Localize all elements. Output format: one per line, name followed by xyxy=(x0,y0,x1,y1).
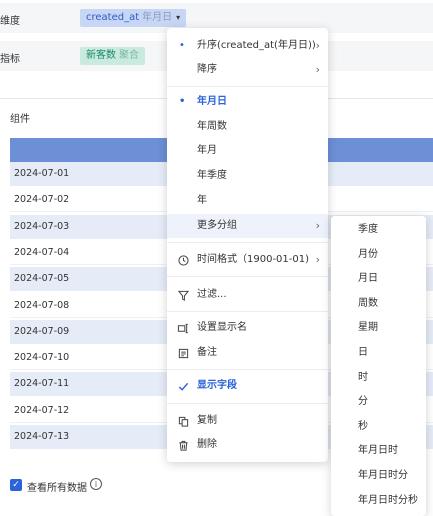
menu-item-gran-week[interactable]: 年周数 xyxy=(167,115,328,139)
menu-divider xyxy=(167,403,328,404)
menu-item-label: 降序 xyxy=(197,64,217,75)
menu-item-label: 更多分组 xyxy=(197,220,237,231)
context-menu: • 升序(created_at(年月日)) › 降序 › • 年月日 年周数 年… xyxy=(167,28,328,462)
menu-item-delete[interactable]: 删除 xyxy=(167,433,328,457)
menu-divider xyxy=(167,369,328,370)
menu-item-gran-quarter[interactable]: 年季度 xyxy=(167,164,328,188)
component-title: 组件 xyxy=(10,114,30,125)
table-cell-date: 2024-07-04 xyxy=(14,246,70,258)
dimension-label: 维度 xyxy=(0,16,20,27)
dimension-chip[interactable]: created_at 年月日 ▾ xyxy=(80,9,187,27)
table-cell-date: 2024-07-11 xyxy=(14,378,70,390)
chevron-right-icon: › xyxy=(315,253,320,266)
menu-item-label: 年季度 xyxy=(197,170,227,181)
rename-icon xyxy=(176,316,190,340)
filter-icon xyxy=(176,283,190,307)
submenu-item[interactable]: 季度 xyxy=(331,218,426,243)
metric-chip[interactable]: 新客数 聚合 xyxy=(80,47,145,65)
menu-item-label: 过滤... xyxy=(197,289,227,300)
menu-item-display-name[interactable]: 设置显示名 xyxy=(167,316,328,340)
menu-item-label: 年月 xyxy=(197,145,217,156)
menu-item-gran-month[interactable]: 年月 xyxy=(167,139,328,163)
submenu-item[interactable]: 时 xyxy=(331,366,426,391)
show-all-label[interactable]: 查看所有数据 xyxy=(27,479,87,494)
submenu-item[interactable]: 秒 xyxy=(331,415,426,440)
chevron-right-icon: › xyxy=(315,219,320,232)
menu-item-sort-asc[interactable]: • 升序(created_at(年月日)) › xyxy=(167,34,328,58)
menu-item-gran-year[interactable]: 年 xyxy=(167,189,328,213)
submenu-item[interactable]: 日 xyxy=(331,341,426,366)
dimension-field: created_at xyxy=(86,12,140,23)
submenu-item[interactable]: 星期 xyxy=(331,316,426,341)
submenu-item[interactable]: 周数 xyxy=(331,292,426,317)
table-cell-date: 2024-07-08 xyxy=(14,299,70,311)
menu-item-time-format[interactable]: 时间格式（1900-01-01) › xyxy=(167,248,328,272)
submenu-item[interactable]: 年月日时 xyxy=(331,439,426,464)
menu-item-label: 显示字段 xyxy=(197,380,237,391)
chevron-right-icon: › xyxy=(315,63,320,76)
trash-icon xyxy=(176,433,190,457)
table-cell-date: 2024-07-13 xyxy=(14,431,70,442)
menu-item-label: 设置显示名 xyxy=(197,322,247,333)
menu-item-sort-desc[interactable]: 降序 › xyxy=(167,58,328,82)
bullet-icon: • xyxy=(179,96,186,107)
menu-item-filter[interactable]: 过滤... xyxy=(167,283,328,307)
check-icon xyxy=(176,374,190,398)
table-cell-date: 2024-07-03 xyxy=(14,220,70,232)
menu-item-label: 年 xyxy=(197,195,207,206)
dimension-granularity: 年月日 xyxy=(142,12,173,23)
menu-item-show-field[interactable]: 显示字段 xyxy=(167,374,328,398)
table-cell-date: 2024-07-12 xyxy=(14,404,70,416)
info-icon[interactable]: i xyxy=(90,478,102,490)
menu-item-more-group[interactable]: 更多分组 › xyxy=(167,214,328,238)
table-cell-date: 2024-07-01 xyxy=(14,168,70,179)
bullet-icon: • xyxy=(179,40,185,51)
metric-field: 新客数 xyxy=(86,50,116,61)
menu-item-gran-day[interactable]: • 年月日 xyxy=(167,90,328,114)
table-cell-date: 2024-07-05 xyxy=(14,273,70,285)
more-group-submenu: 季度 月份 月日 周数 星期日时分秒年月日时 年月日时分 年月日时分秒 xyxy=(331,216,426,516)
clock-icon xyxy=(176,248,190,272)
menu-divider xyxy=(167,276,328,277)
menu-item-note[interactable]: 备注 xyxy=(167,341,328,365)
note-icon xyxy=(176,341,190,365)
menu-item-label: 时间格式（1900-01-01) xyxy=(197,254,310,265)
copy-icon xyxy=(176,409,190,433)
show-all-checkbox[interactable]: ✓ xyxy=(10,479,22,491)
table-cell-date: 2024-07-10 xyxy=(14,352,70,364)
menu-divider xyxy=(167,242,328,243)
menu-item-label: 备注 xyxy=(197,347,217,358)
menu-divider xyxy=(167,86,328,87)
metric-label: 指标 xyxy=(0,54,20,65)
metric-agg: 聚合 xyxy=(119,50,139,61)
submenu-item[interactable]: 年月日时分秒 xyxy=(331,489,426,514)
submenu-item[interactable]: 分 xyxy=(331,390,426,415)
menu-item-label: 复制 xyxy=(197,415,217,426)
menu-item-copy[interactable]: 复制 xyxy=(167,409,328,433)
menu-item-label: 年周数 xyxy=(197,121,227,132)
table-cell-date: 2024-07-09 xyxy=(14,325,70,337)
menu-divider xyxy=(167,311,328,312)
chevron-down-icon[interactable]: ▾ xyxy=(176,13,180,22)
table-cell-date: 2024-07-02 xyxy=(14,194,70,206)
submenu-item[interactable]: 年月日时分 xyxy=(331,464,426,489)
submenu-item[interactable]: 月日 xyxy=(331,267,426,292)
menu-item-label: 删除 xyxy=(197,439,217,450)
menu-item-label: 年月日 xyxy=(197,96,227,107)
submenu-item[interactable]: 月份 xyxy=(331,243,426,268)
menu-item-label: 升序(created_at(年月日)) xyxy=(197,40,316,51)
chevron-right-icon: › xyxy=(315,39,320,52)
